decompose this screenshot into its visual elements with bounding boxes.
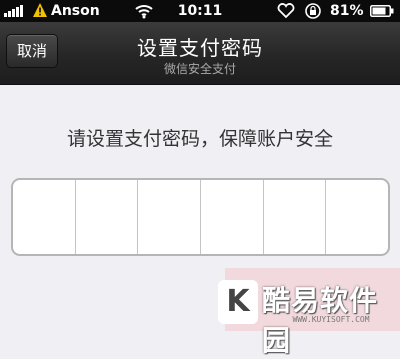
password-prompt: 请设置支付密码，保障账户安全 (66, 128, 333, 150)
rotation-lock-icon (305, 3, 321, 19)
pin-digit-6[interactable] (325, 180, 388, 254)
heart-icon (277, 3, 295, 19)
pin-digit-3[interactable] (137, 180, 200, 254)
navigation-bar: 取消 设置支付密码 微信安全支付 (0, 22, 400, 85)
pin-digit-1[interactable] (13, 180, 75, 254)
pin-digit-4[interactable] (200, 180, 263, 254)
page-subtitle: 微信安全支付 (163, 62, 236, 76)
watermark-logo: K (218, 280, 258, 324)
pin-digit-2[interactable] (74, 180, 138, 254)
battery-icon (370, 5, 394, 17)
pin-input[interactable] (11, 178, 390, 256)
status-bar: Anson 10:11 81% (0, 0, 400, 22)
battery-percent: 81% (330, 3, 364, 19)
pin-digit-5[interactable] (262, 180, 326, 254)
page-title: 设置支付密码 (137, 36, 263, 60)
watermark-url: WWW.KUYISOFT.COM (292, 315, 370, 324)
